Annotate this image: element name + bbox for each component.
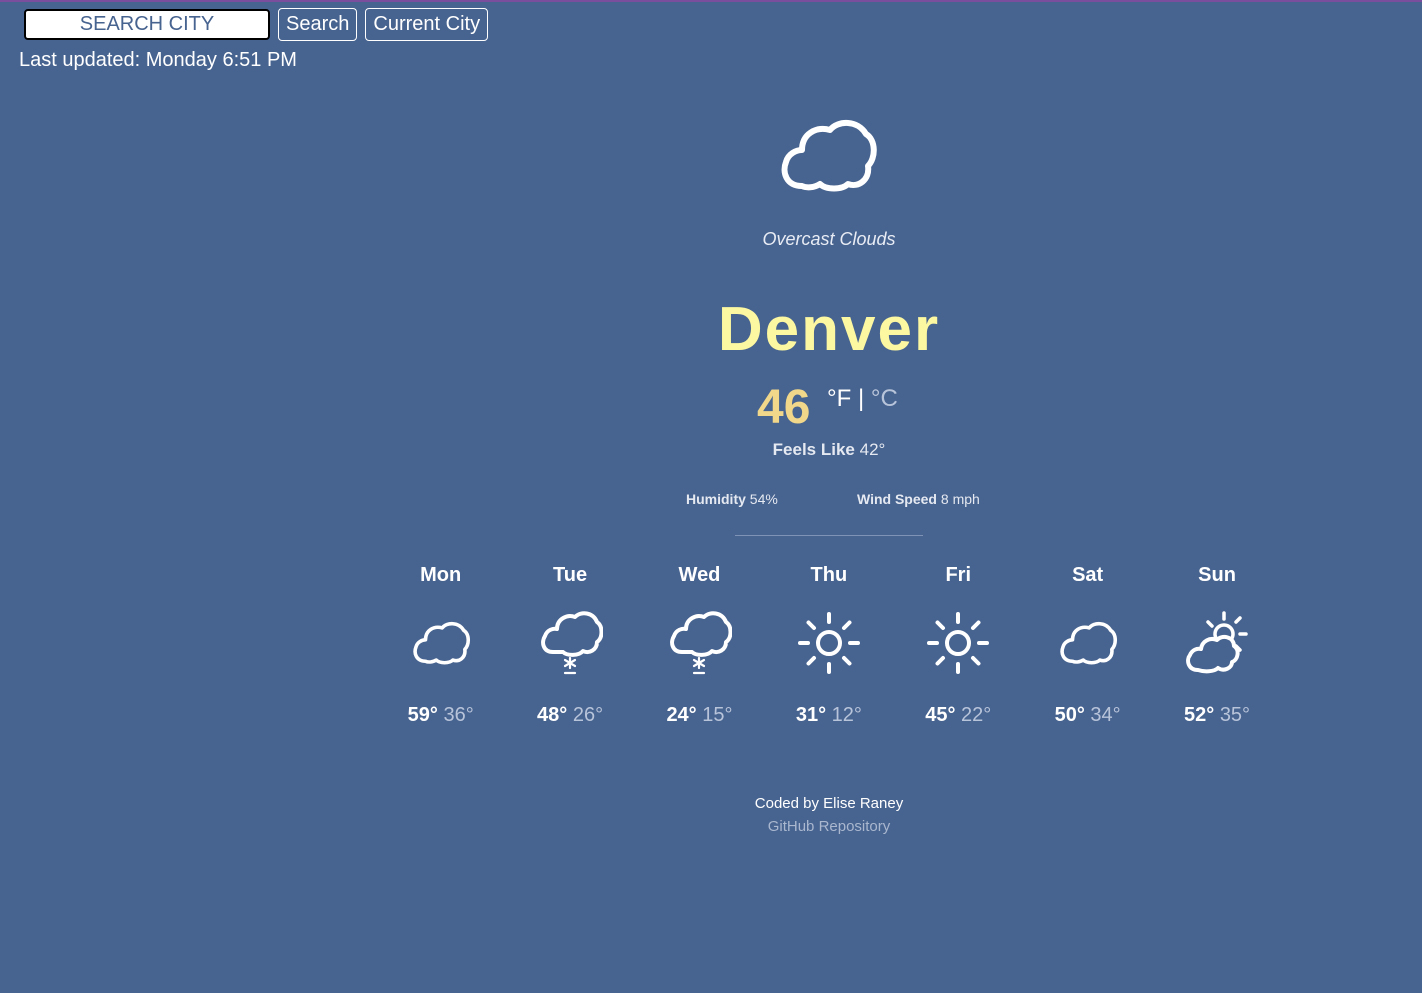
cloud-icon [778,110,878,194]
forecast-day: Sun 52° 35° [1152,564,1281,727]
forecast-temps: 24° 15° [635,704,764,727]
last-updated: Last updated: Monday 6:51 PM [19,49,297,71]
forecast-low: 12° [831,704,862,726]
wind-speed-value: 8 mph [940,491,980,507]
feels-like-value: 42° [859,440,886,459]
forecast-day-name: Sat [1072,564,1104,586]
wind-speed-label: Wind Speed [857,491,937,507]
search-bar: Search Current City [24,8,489,41]
divider [735,535,923,536]
feels-like: Feels Like 42° [629,440,1029,460]
sun-icon [925,610,991,676]
forecast-high: 59° [407,704,438,726]
current-temperature: 46 [757,381,811,434]
forecast-day: Tue 48° 26° [505,564,634,727]
author-credit: Coded by Elise Raney [754,795,904,812]
forecast-high: 50° [1054,704,1085,726]
cloud-icon [1059,621,1117,665]
forecast-low: 36° [443,704,474,726]
snow-cloud-icon [666,610,732,676]
forecast-low: 22° [961,704,992,726]
city-name: Denver [717,295,941,364]
forecast-day-name: Tue [553,564,588,586]
unit-separator: | [857,385,865,412]
search-button[interactable]: Search [278,8,358,41]
forecast: Mon 59° 36° Tue 48° 26° Wed 24° 15° Thu … [376,564,1282,727]
footer: Coded by Elise Raney GitHub Repository [629,795,1029,835]
forecast-temps: 50° 34° [1023,704,1152,727]
fahrenheit-link[interactable]: °F [827,385,851,412]
forecast-day-name: Thu [810,564,848,586]
humidity-label: Humidity [686,491,746,507]
forecast-high: 24° [666,704,697,726]
forecast-day-name: Sun [1198,564,1236,586]
search-input[interactable] [24,9,270,40]
forecast-temps: 52° 35° [1152,704,1281,727]
forecast-day: Wed 24° 15° [635,564,764,727]
partly-cloudy-icon [1184,610,1250,676]
forecast-high: 31° [795,704,827,726]
forecast-day: Sat 50° 34° [1023,564,1152,727]
humidity: Humidity 54% [686,491,778,507]
feels-like-label: Feels Like [772,440,855,459]
forecast-day: Fri 45° 22° [894,564,1023,727]
celsius-link[interactable]: °C [871,385,898,412]
forecast-temps: 31° 12° [764,704,893,727]
current-city-button[interactable]: Current City [365,8,489,41]
forecast-low: 35° [1219,704,1251,726]
forecast-day: Mon 59° 36° [376,564,505,727]
current-temperature-row: 46 °F | °C [757,380,898,434]
github-repository-link[interactable]: GitHub Repository [629,818,1029,835]
wind-speed: Wind Speed 8 mph [857,491,980,507]
forecast-temps: 45° 22° [894,704,1023,727]
sun-icon [796,610,862,676]
forecast-high: 48° [537,704,568,726]
forecast-high: 45° [925,704,956,726]
forecast-temps: 59° 36° [376,704,505,727]
weather-description: Overcast Clouds [762,229,896,249]
forecast-temps: 48° 26° [505,704,634,727]
cloud-icon [413,621,470,665]
forecast-day-name: Mon [420,564,462,586]
snow-cloud-icon [537,610,603,676]
forecast-low: 26° [572,704,604,726]
forecast-day-name: Fri [945,564,972,586]
unit-toggle: °F | °C [827,385,898,413]
forecast-day-name: Wed [678,564,721,586]
humidity-value: 54% [749,491,778,507]
forecast-day: Thu 31° 12° [764,564,893,727]
forecast-low: 15° [702,704,733,726]
forecast-high: 52° [1184,704,1215,726]
forecast-low: 34° [1090,704,1121,726]
